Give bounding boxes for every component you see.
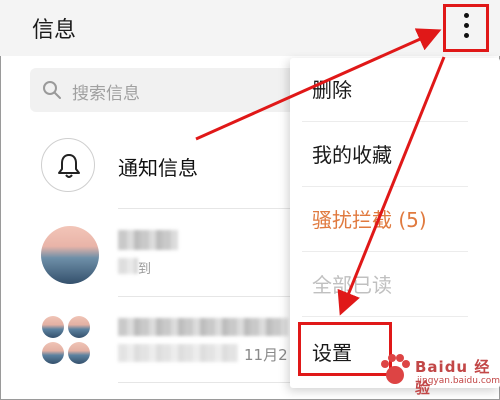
bell-icon <box>58 154 80 178</box>
page-title: 信息 <box>32 18 77 43</box>
search-placeholder: 搜索信息 <box>72 84 140 104</box>
watermark-subtext: jingyan.baidu.com <box>417 376 500 386</box>
menu-item-spam-block[interactable]: 骚扰拦截 (5) <box>312 190 482 250</box>
menu-item-favorites[interactable]: 我的收藏 <box>312 125 482 185</box>
conversation-time: 11月2 <box>244 346 288 364</box>
menu-item-mark-all-read[interactable]: 全部已读 <box>312 255 482 315</box>
conversation-snippet: 到 <box>138 262 152 277</box>
blurred-contact-name <box>118 230 178 250</box>
menu-separator <box>302 121 468 122</box>
baidu-jingyan-watermark: Baidu 经验 jingyan.baidu.com <box>373 338 500 398</box>
menu-separator <box>302 316 468 317</box>
paw-icon <box>381 354 410 384</box>
notice-label[interactable]: 通知信息 <box>118 152 198 181</box>
menu-separator <box>302 251 468 252</box>
divider <box>118 382 308 383</box>
notice-avatar[interactable] <box>41 138 95 192</box>
blurred-snippet <box>118 258 138 274</box>
menu-separator <box>302 186 468 187</box>
menu-item-delete[interactable]: 删除 <box>312 60 482 120</box>
divider <box>118 296 308 297</box>
app-header: 信息 <box>0 0 500 56</box>
blurred-group-name <box>118 318 288 336</box>
search-icon <box>43 81 61 99</box>
highlight-box-more <box>443 4 489 52</box>
avatar[interactable] <box>41 226 99 284</box>
divider <box>118 208 308 209</box>
blurred-snippet <box>118 344 238 362</box>
